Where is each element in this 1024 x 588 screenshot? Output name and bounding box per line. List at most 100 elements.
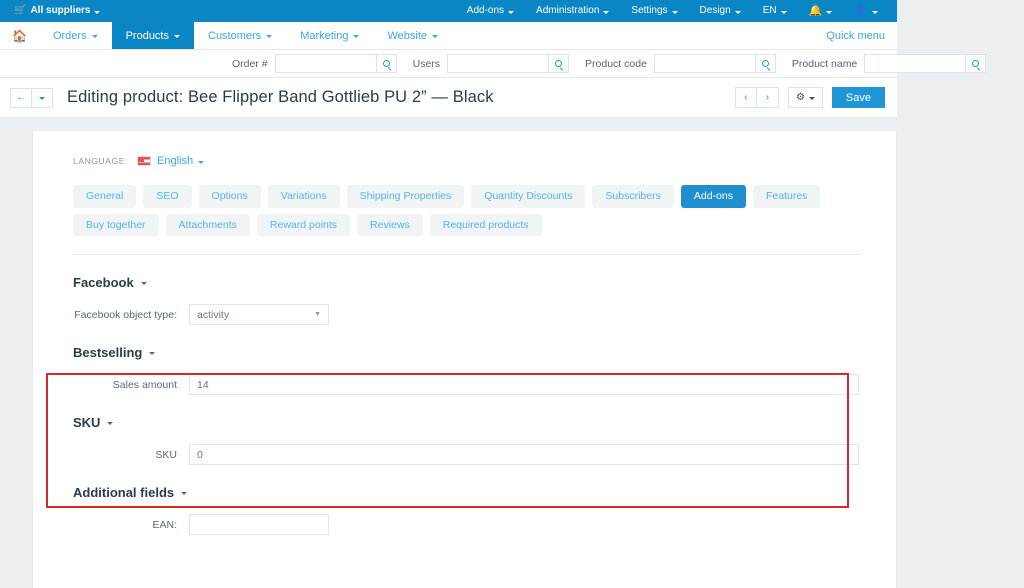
page-title-actions: ‹ › ⚙ Save xyxy=(734,87,885,108)
card-content: LANGUAGE: English General SEO Options Va… xyxy=(33,131,896,535)
tab-features[interactable]: Features xyxy=(752,185,821,208)
top-utility-right: Add-ons Administration Settings Design E… xyxy=(456,0,889,22)
users-search-box xyxy=(447,54,570,73)
top-menu-language[interactable]: EN xyxy=(752,0,798,22)
order-search-button[interactable] xyxy=(375,55,396,72)
tab-general[interactable]: General xyxy=(73,185,137,208)
tab-shipping-properties[interactable]: Shipping Properties xyxy=(346,185,465,208)
facebook-section-header[interactable]: Facebook xyxy=(73,275,874,290)
product-code-search-label: Product code xyxy=(585,57,647,70)
product-code-search-button[interactable] xyxy=(754,55,775,72)
order-search-input[interactable] xyxy=(275,55,376,72)
chevron-down-icon xyxy=(734,10,741,14)
user-menu[interactable]: 👤 xyxy=(843,0,889,22)
top-menu-administration-label: Administration xyxy=(536,5,600,16)
arrow-left-icon: ← xyxy=(16,92,26,103)
product-code-search-box xyxy=(653,54,776,73)
tab-attachments[interactable]: Attachments xyxy=(165,213,250,236)
bestselling-section-header[interactable]: Bestselling xyxy=(73,345,874,360)
top-menu-design[interactable]: Design xyxy=(689,0,752,22)
chevron-down-icon xyxy=(826,10,833,14)
facebook-object-type-select[interactable]: activity ▼ xyxy=(189,304,329,325)
nav-item-website[interactable]: Website xyxy=(373,22,452,49)
additional-fields-section-title: Additional fields xyxy=(73,485,175,500)
chevron-down-icon xyxy=(140,282,147,285)
back-button[interactable]: ← xyxy=(10,87,32,108)
tab-variations[interactable]: Variations xyxy=(267,185,340,208)
nav-item-website-label: Website xyxy=(387,29,428,42)
product-name-search-button[interactable] xyxy=(965,55,986,72)
language-selector-row: LANGUAGE: English xyxy=(55,153,874,169)
chevron-left-icon: ‹ xyxy=(744,92,748,103)
bell-icon: 🔔 xyxy=(808,4,823,17)
sku-section-title: SKU xyxy=(73,415,101,430)
sales-amount-input[interactable] xyxy=(189,374,859,395)
additional-fields-section-header[interactable]: Additional fields xyxy=(73,485,874,500)
tab-options[interactable]: Options xyxy=(198,185,261,208)
tab-add-ons[interactable]: Add-ons xyxy=(680,185,746,208)
product-name-search-label: Product name xyxy=(791,57,858,70)
section-sku: SKU SKU xyxy=(55,415,874,465)
chevron-down-icon xyxy=(671,10,678,14)
caret-down-icon xyxy=(808,97,815,100)
nav-item-products[interactable]: Products xyxy=(111,22,194,49)
search-icon xyxy=(382,60,390,67)
product-name-search-box xyxy=(864,54,987,73)
chevron-down-icon xyxy=(266,35,273,38)
sku-section-header[interactable]: SKU xyxy=(73,415,874,430)
section-facebook: Facebook Facebook object type: activity … xyxy=(55,275,874,325)
nav-item-customers-label: Customers xyxy=(208,29,262,42)
previous-record-button[interactable]: ‹ xyxy=(734,87,757,108)
top-menu-addons-label: Add-ons xyxy=(466,5,505,16)
flag-icon xyxy=(137,156,151,166)
top-menu-administration[interactable]: Administration xyxy=(525,0,620,22)
chevron-down-icon xyxy=(149,352,156,355)
product-code-search-input[interactable] xyxy=(654,55,755,72)
nav-item-orders-label: Orders xyxy=(52,29,87,42)
chevron-down-icon xyxy=(198,160,205,164)
tab-quantity-discounts[interactable]: Quantity Discounts xyxy=(471,185,586,208)
nav-item-marketing-label: Marketing xyxy=(300,29,349,42)
caret-down-icon xyxy=(94,10,101,14)
users-search-label: Users xyxy=(412,57,441,70)
product-name-search-input[interactable] xyxy=(865,55,966,72)
main-navigation: 🏠 Orders Products Customers Marketing We… xyxy=(0,22,897,50)
supplier-label: All suppliers xyxy=(30,5,91,16)
nav-item-orders[interactable]: Orders xyxy=(39,22,112,49)
sku-input[interactable] xyxy=(189,444,859,465)
home-icon: 🏠 xyxy=(12,28,27,43)
nav-item-products-label: Products xyxy=(125,29,169,42)
notifications-menu[interactable]: 🔔 xyxy=(798,0,844,22)
search-icon xyxy=(555,60,563,67)
tab-reviews[interactable]: Reviews xyxy=(357,213,423,236)
tab-subscribers[interactable]: Subscribers xyxy=(592,185,674,208)
users-search-button[interactable] xyxy=(548,55,569,72)
top-menu-settings[interactable]: Settings xyxy=(620,0,688,22)
tab-seo[interactable]: SEO xyxy=(143,185,192,208)
back-dropdown-button[interactable] xyxy=(32,87,53,108)
nav-item-customers[interactable]: Customers xyxy=(194,22,286,49)
nav-item-marketing[interactable]: Marketing xyxy=(286,22,373,49)
ean-input[interactable] xyxy=(189,514,329,535)
user-icon: 👤 xyxy=(854,4,868,17)
users-search-input[interactable] xyxy=(448,55,549,72)
top-menu-addons[interactable]: Add-ons xyxy=(456,0,525,22)
order-search-label: Order # xyxy=(232,57,268,70)
next-record-button[interactable]: › xyxy=(756,87,779,108)
tabs-divider xyxy=(73,254,861,255)
cart-icon: 🛒 xyxy=(14,5,27,16)
supplier-selector[interactable]: 🛒 All suppliers xyxy=(10,0,111,22)
quick-menu-link[interactable]: Quick menu xyxy=(814,22,897,49)
facebook-section-title: Facebook xyxy=(73,275,134,290)
save-button[interactable]: Save xyxy=(831,87,885,108)
tab-required-products[interactable]: Required products xyxy=(429,213,542,236)
chevron-down-icon xyxy=(432,35,439,38)
tab-reward-points[interactable]: Reward points xyxy=(256,213,351,236)
tab-buy-together[interactable]: Buy together xyxy=(73,213,159,236)
facebook-object-type-value: activity xyxy=(197,308,230,321)
language-name[interactable]: English xyxy=(157,155,193,167)
settings-dropdown-button[interactable]: ⚙ xyxy=(787,87,823,108)
chevron-down-icon xyxy=(780,10,787,14)
chevron-down-icon: ▼ xyxy=(314,311,321,318)
nav-home[interactable]: 🏠 xyxy=(0,22,39,49)
